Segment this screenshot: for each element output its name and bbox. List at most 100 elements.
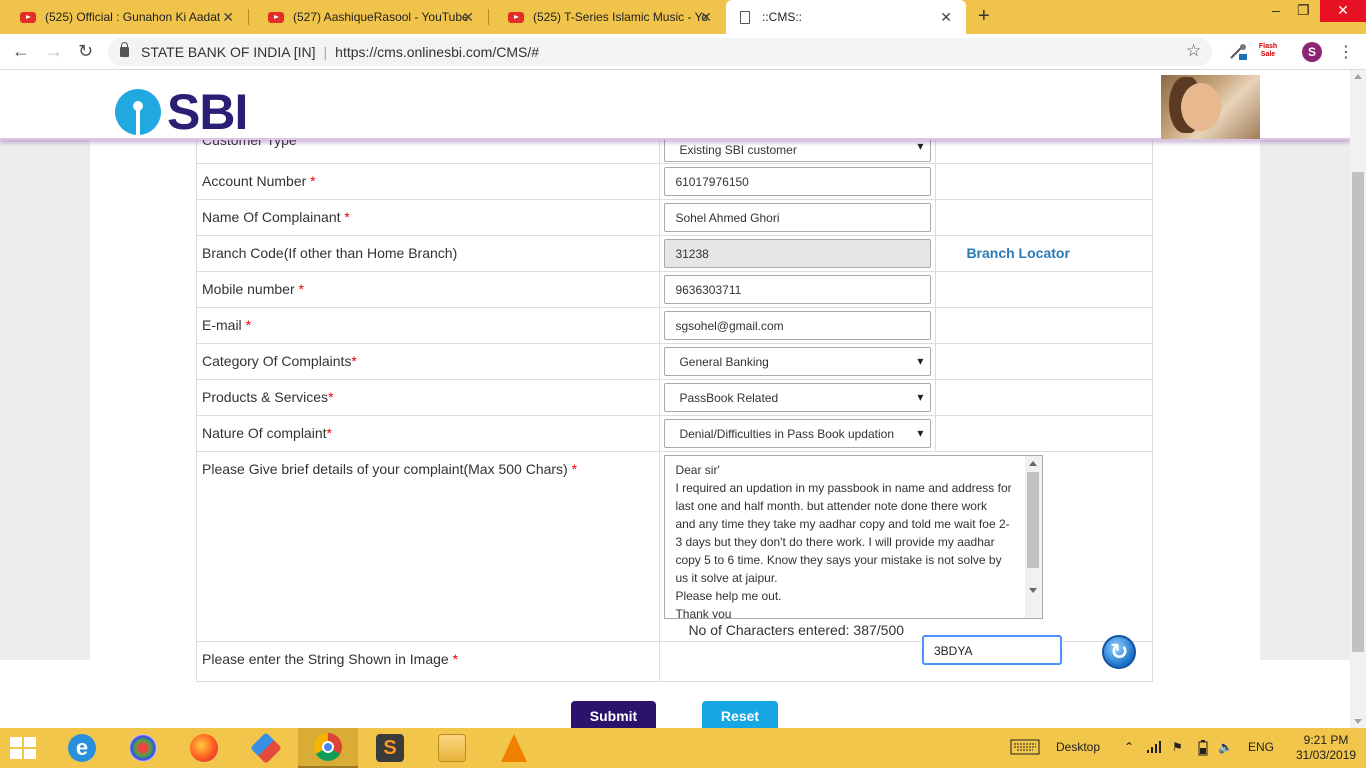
close-tab-icon[interactable]: ✕	[940, 9, 952, 26]
clock-date: 31/03/2019	[1296, 748, 1357, 762]
mobile-input[interactable]: 9636303711	[664, 275, 932, 304]
branch-code-input[interactable]: 31238	[664, 239, 932, 268]
taskbar-vlc[interactable]	[484, 728, 544, 768]
refresh-captcha-icon[interactable]	[1102, 635, 1136, 669]
field-cell: Denial/Difficulties in Pass Book updatio…	[659, 415, 937, 452]
close-window-button[interactable]: ✕	[1320, 0, 1366, 22]
field-label: Nature Of complaint*	[195, 415, 661, 452]
textarea-line: 3 days but they don't do there work. I w…	[675, 535, 995, 549]
taskbar-app-diamond[interactable]	[236, 728, 296, 768]
complainant-name-input[interactable]: Sohel Ahmed Ghori	[664, 203, 932, 232]
close-tab-icon[interactable]: ✕	[700, 9, 712, 26]
tab-youtube-1[interactable]: (525) Official : Gunahon Ki Aadat ✕	[0, 0, 248, 34]
textarea-line: I required an updation in my passbook in…	[675, 481, 1012, 495]
details-label: Please Give brief details of your compla…	[202, 461, 568, 477]
tab-title: (525) T-Series Islamic Music - You	[533, 10, 708, 24]
taskbar-firefox[interactable]	[174, 728, 234, 768]
sbi-keyhole-icon	[115, 89, 161, 135]
show-hidden-icons-icon[interactable]: ⌃	[1124, 740, 1134, 754]
battery-icon[interactable]	[1198, 740, 1208, 759]
required-mark: *	[571, 461, 578, 477]
email-label: E-mail	[202, 317, 242, 333]
details-textarea[interactable]: Dear sir' I required an updation in my p…	[664, 455, 1044, 619]
reset-button[interactable]: Reset	[702, 701, 778, 731]
extra-cell	[935, 415, 1153, 452]
logo-text: SBI	[167, 84, 248, 140]
tab-youtube-2[interactable]: (527) AashiqueRasool - YouTube ✕	[248, 0, 488, 34]
volume-icon[interactable]: 🔈	[1218, 740, 1233, 754]
extra-cell	[935, 307, 1153, 344]
site-header: SBI	[0, 70, 1350, 140]
branch-locator-link[interactable]: Branch Locator	[966, 245, 1069, 261]
products-select[interactable]: PassBook Related	[664, 383, 932, 412]
form-row-mobile: Mobile number * 9636303711	[195, 271, 1153, 308]
submit-button[interactable]: Submit	[571, 701, 656, 731]
clock-time: 9:21 PM	[1303, 733, 1349, 747]
back-button[interactable]: ←	[12, 41, 30, 62]
system-clock[interactable]: 9:21 PM 31/03/2019	[1296, 733, 1356, 763]
field-cell: General Banking	[659, 343, 937, 380]
language-indicator[interactable]: ENG	[1248, 740, 1274, 754]
close-tab-icon[interactable]: ✕	[222, 9, 234, 26]
field-label: Category Of Complaints*	[195, 343, 661, 380]
products-value: PassBook Related	[679, 391, 779, 405]
field-cell: 61017976150	[659, 163, 937, 200]
address-bar[interactable]: STATE BANK OF INDIA [IN] | https://cms.o…	[108, 38, 1212, 66]
category-select[interactable]: General Banking	[664, 347, 932, 376]
page-scrollbar[interactable]	[1350, 70, 1366, 728]
tab-youtube-3[interactable]: (525) T-Series Islamic Music - You ✕	[488, 0, 726, 34]
sbi-logo[interactable]: SBI	[115, 83, 248, 141]
field-label: Products & Services*	[195, 379, 661, 416]
tab-title: (527) AashiqueRasool - YouTube	[293, 10, 468, 24]
forward-button[interactable]: →	[45, 41, 63, 62]
required-mark: *	[328, 389, 334, 405]
scroll-down-arrow-icon[interactable]	[1029, 588, 1038, 593]
taskbar-paint[interactable]	[113, 728, 173, 768]
taskbar-ie[interactable]: e	[52, 728, 112, 768]
textarea-scrollbar[interactable]	[1025, 456, 1043, 618]
nature-label: Nature Of complaint	[202, 425, 327, 441]
windows-start-button[interactable]	[10, 737, 38, 759]
scroll-thumb[interactable]	[1352, 172, 1364, 652]
scroll-up-arrow-icon[interactable]	[1354, 74, 1362, 79]
taskbar-chrome[interactable]	[298, 728, 358, 768]
account-number-input[interactable]: 61017976150	[664, 167, 932, 196]
header-photo	[1161, 75, 1260, 139]
reload-button[interactable]: ↻	[78, 41, 93, 62]
minimize-button[interactable]: –	[1272, 2, 1280, 18]
taskbar-sublime[interactable]: S	[360, 728, 420, 768]
browser-tab-strip: (525) Official : Gunahon Ki Aadat ✕ (527…	[0, 0, 1366, 34]
extra-cell: Branch Locator	[935, 235, 1153, 272]
desktop-toolbar[interactable]: Desktop	[1056, 740, 1100, 754]
mobile-label: Mobile number	[202, 281, 295, 297]
tab-cms[interactable]: ::CMS:: ✕	[726, 0, 966, 34]
scroll-down-arrow-icon[interactable]	[1354, 719, 1362, 724]
flash-sale-extension[interactable]: Flash Sale	[1258, 43, 1278, 59]
close-tab-icon[interactable]: ✕	[462, 9, 474, 26]
products-label: Products & Services	[202, 389, 329, 405]
taskbar-explorer[interactable]	[422, 728, 482, 768]
browser-toolbar: ← → ↻ STATE BANK OF INDIA [IN] | https:/…	[0, 34, 1366, 70]
menu-icon[interactable]: ⋮	[1338, 42, 1354, 62]
field-label: Branch Code(If other than Home Branch)	[195, 235, 661, 272]
network-icon[interactable]	[1146, 740, 1162, 757]
form-row-products: Products & Services* PassBook Related	[195, 379, 1153, 416]
field-label: Mobile number *	[195, 271, 661, 308]
profile-avatar[interactable]: S	[1302, 42, 1322, 62]
scroll-up-arrow-icon[interactable]	[1029, 461, 1038, 466]
captcha-input[interactable]: 3BDYA	[922, 635, 1062, 665]
nature-select[interactable]: Denial/Difficulties in Pass Book updatio…	[664, 419, 932, 448]
email-input[interactable]: sgsohel@gmail.com	[664, 311, 932, 340]
scroll-thumb[interactable]	[1027, 472, 1040, 568]
required-mark: *	[298, 281, 304, 297]
flag-icon[interactable]: ⚑	[1172, 740, 1183, 754]
extra-cell	[935, 379, 1153, 416]
restore-button[interactable]: ❐	[1297, 2, 1310, 19]
keyboard-icon[interactable]	[1010, 739, 1040, 758]
extension-icon[interactable]	[1228, 43, 1248, 61]
field-cell: Sohel Ahmed Ghori	[659, 199, 937, 236]
extra-cell	[935, 271, 1153, 308]
new-tab-button[interactable]: +	[978, 5, 990, 28]
sublime-text-icon: S	[376, 734, 404, 762]
bookmark-star-icon[interactable]: ☆	[1186, 41, 1201, 61]
